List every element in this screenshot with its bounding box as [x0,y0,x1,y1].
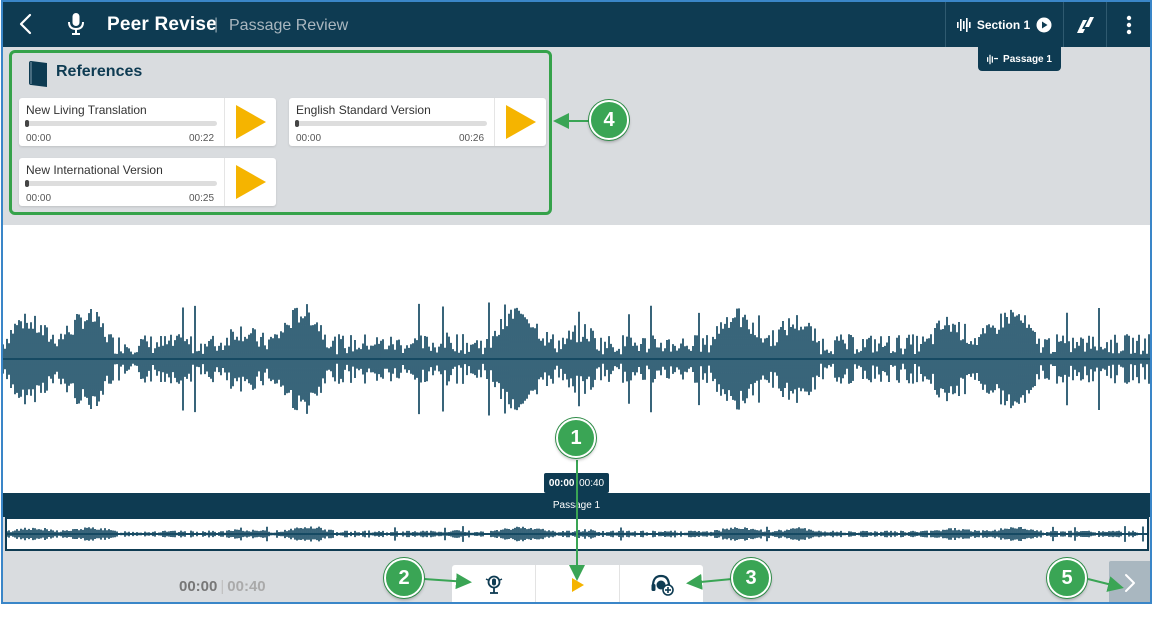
callout-badge-4: 4 [589,100,629,140]
callout-2-arrow [423,573,472,590]
callout-badge-3: 3 [731,558,771,598]
callout-3-arrow [686,573,733,590]
callout-badge-2: 2 [384,558,424,598]
callout-arrows [423,113,1124,592]
callout-badge-1: 1 [556,418,596,458]
callout-badge-5: 5 [1047,558,1087,598]
callout-5-arrow [1087,576,1124,592]
